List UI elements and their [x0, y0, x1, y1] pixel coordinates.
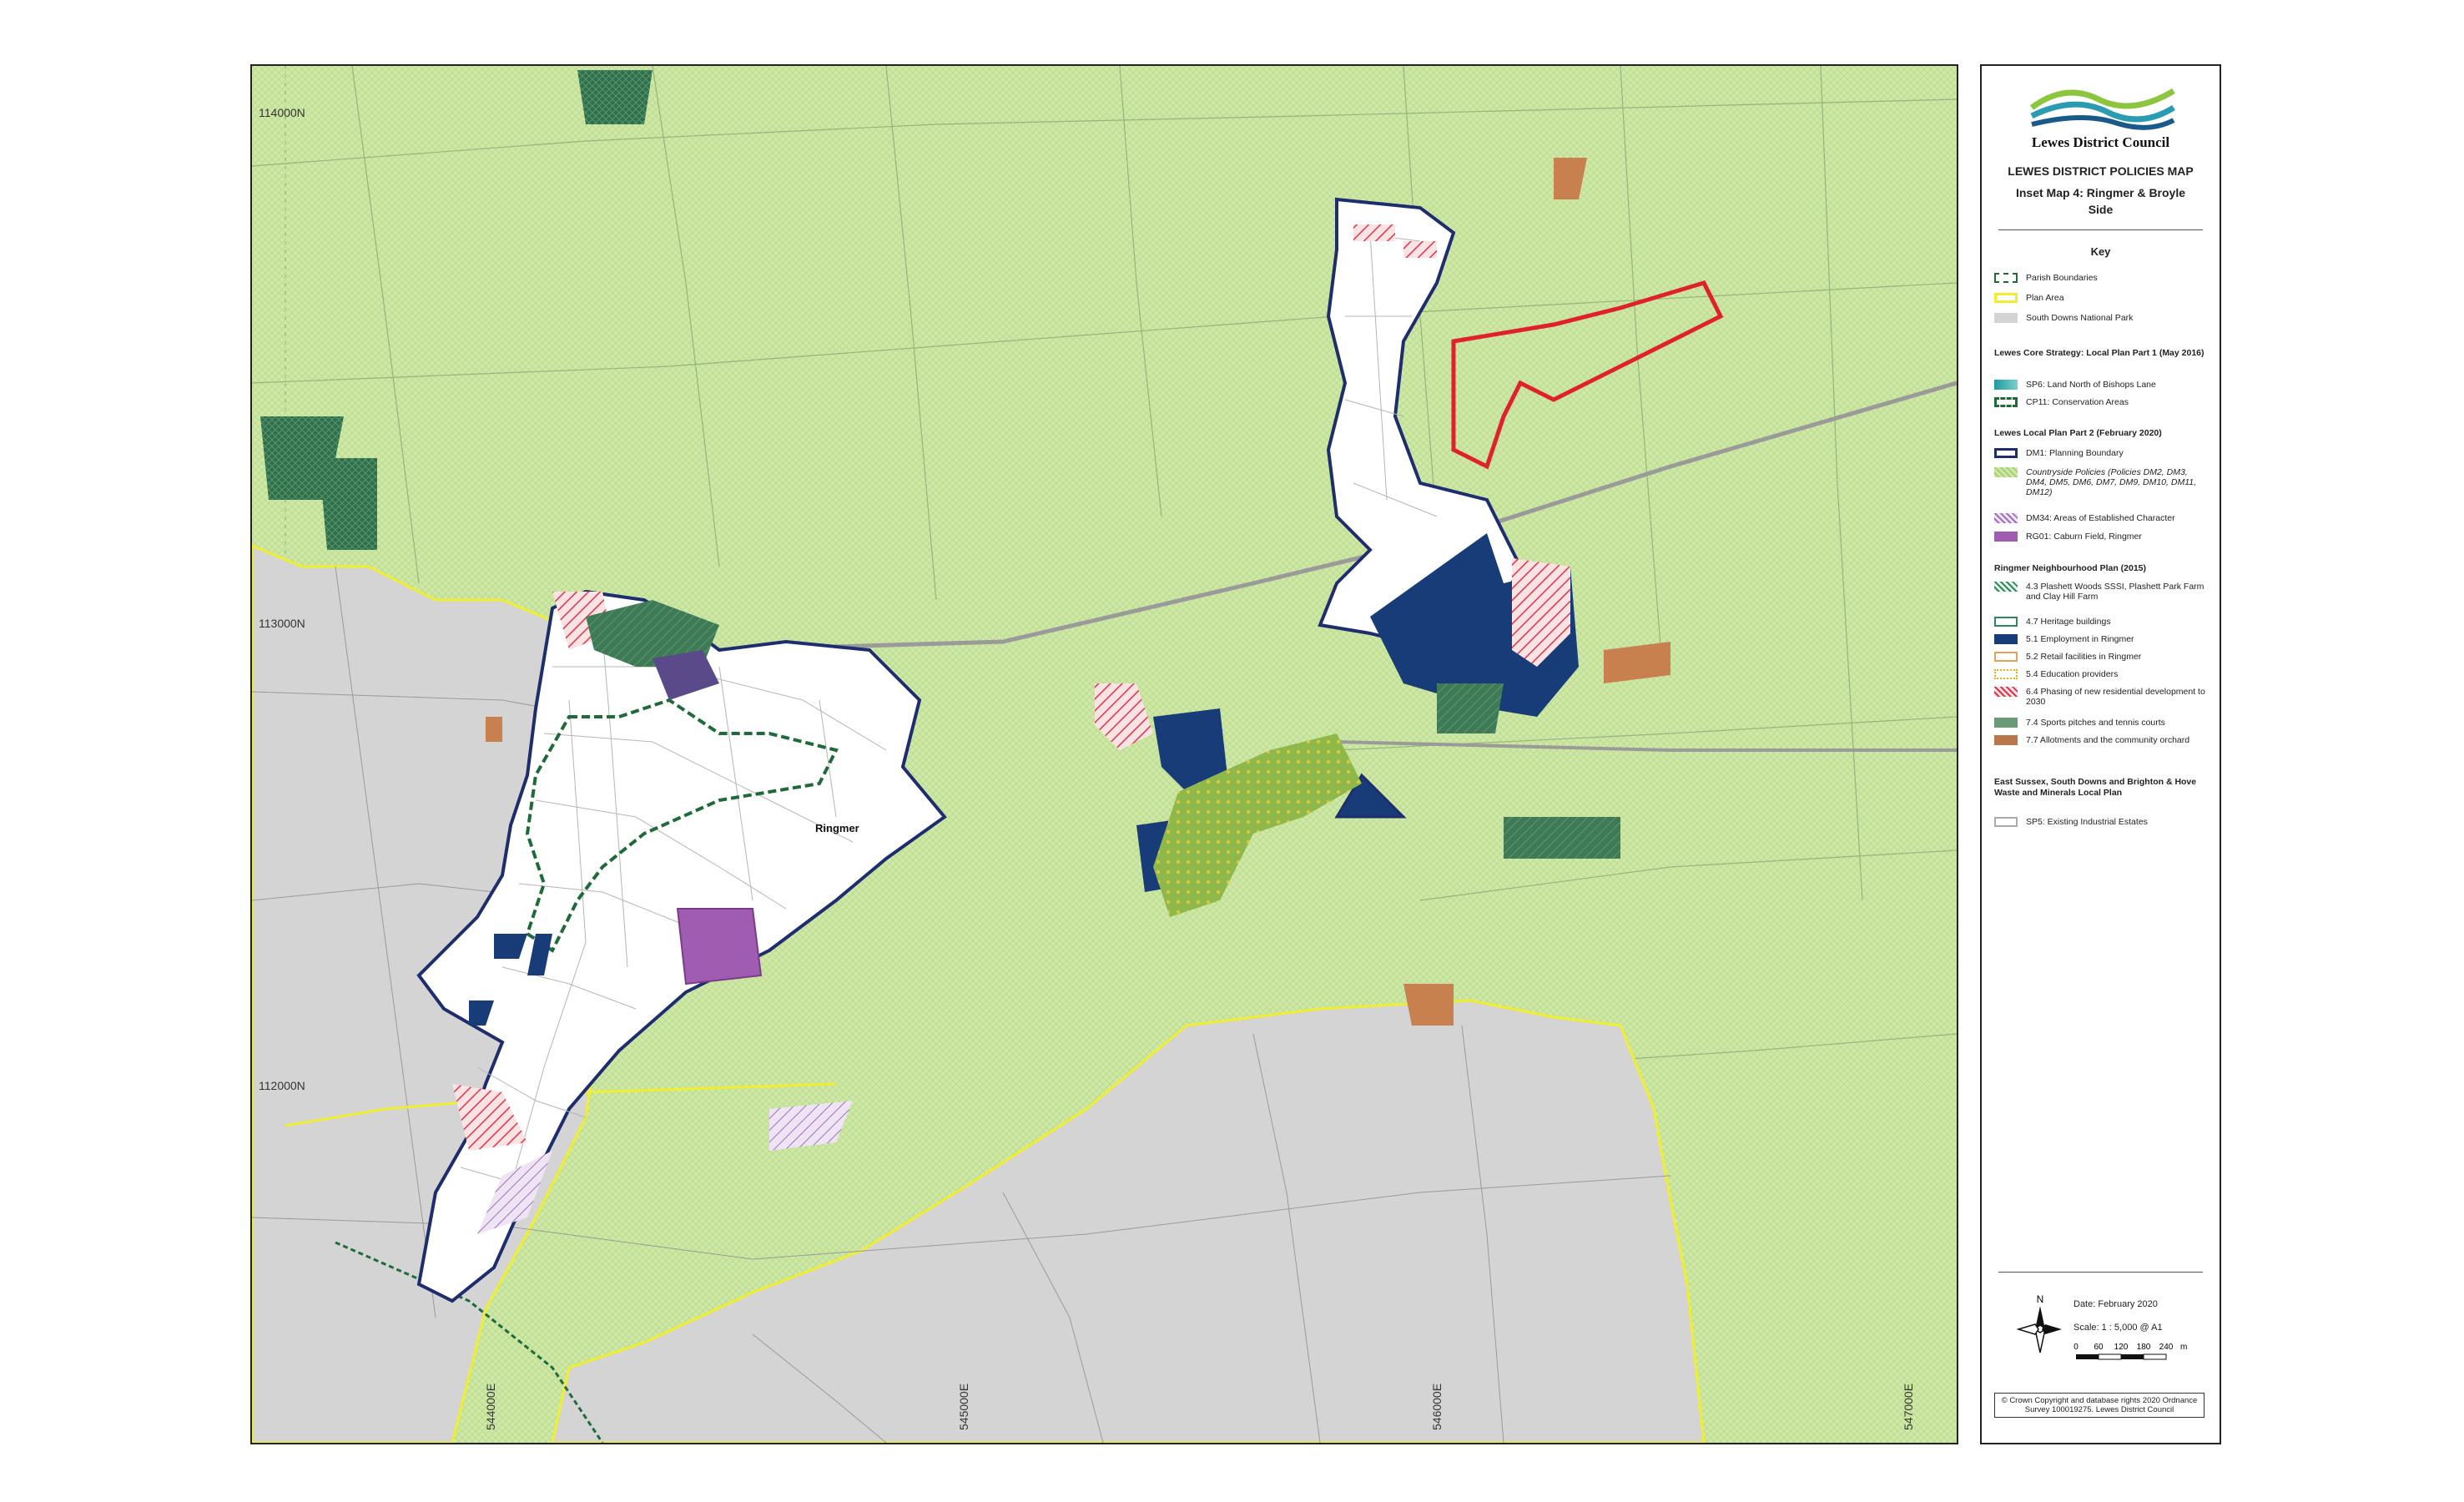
policies-map[interactable]	[252, 66, 1957, 1443]
grid-label-547000e: 547000E	[1902, 1383, 1915, 1430]
allotments-swatch	[1994, 735, 2018, 745]
scalebar-tick-240: 240	[2159, 1343, 2174, 1352]
copyright-notice: © Crown Copyright and database rights 20…	[1994, 1393, 2204, 1418]
footer-divider	[1998, 1272, 2203, 1273]
national-park-swatch	[1994, 313, 2018, 323]
scalebar-tick-60: 60	[2094, 1343, 2104, 1352]
plan-area-swatch	[1994, 293, 2018, 303]
rg01-swatch	[1994, 532, 2018, 542]
allotment-4	[486, 717, 502, 742]
map-date: Date: February 2020	[2073, 1299, 2158, 1309]
north-arrow-label: N	[2037, 1293, 2044, 1305]
sssi-3	[577, 70, 653, 124]
phasing-swatch	[1994, 687, 2018, 697]
scalebar-tick-180: 180	[2137, 1343, 2151, 1352]
place-label-ringmer: Ringmer	[815, 822, 859, 834]
countryside-swatch	[1994, 467, 2018, 477]
sp6-swatch	[1994, 380, 2018, 390]
grid-label-114000n: 114000N	[259, 106, 305, 119]
rg01-caburn-field	[676, 908, 763, 985]
scalebar-unit: m	[2180, 1343, 2187, 1352]
title-divider	[1998, 229, 2203, 230]
dm34-swatch	[1994, 513, 2018, 523]
local-plan-2-title: Lewes Local Plan Part 2 (February 2020)	[1994, 428, 2162, 438]
map-scale: Scale: 1 : 5,000 @ A1	[2073, 1323, 2163, 1333]
phasing-site-6	[1403, 241, 1437, 258]
phasing-site-5	[1353, 224, 1395, 241]
sports-4	[1504, 817, 1620, 859]
grid-label-112000n: 112000N	[259, 1079, 305, 1092]
lewes-district-council-logo-icon	[2029, 88, 2175, 130]
sports-swatch	[1994, 718, 2018, 728]
education-swatch	[1994, 669, 2018, 679]
core-strategy-title: Lewes Core Strategy: Local Plan Part 1 (…	[1994, 348, 2204, 358]
neighbourhood-plan-title: Ringmer Neighbourhood Plan (2015)	[1994, 563, 2147, 573]
waste-minerals-title: East Sussex, South Downs and Brighton & …	[1994, 777, 2197, 798]
scalebar: 0 60 120 180 240 m	[2073, 1343, 2187, 1360]
north-arrow-icon: N	[2016, 1293, 2062, 1353]
employment-swatch	[1994, 634, 2018, 644]
sports-3	[1437, 683, 1504, 733]
sp5-swatch	[1994, 817, 2018, 827]
dm1-swatch	[1994, 448, 2018, 458]
grid-label-544000e: 544000E	[484, 1383, 497, 1430]
inset-title: Inset Map 4: Ringmer & Broyle Side	[2015, 186, 2186, 216]
legend-panel: Lewes District Council LEWES DISTRICT PO…	[1980, 64, 2221, 1444]
scalebar-tick-0: 0	[2073, 1343, 2079, 1352]
sssi-swatch	[1994, 582, 2018, 592]
map-frame[interactable]: 114000N 113000N 112000N 544000E 545000E …	[250, 64, 1958, 1444]
grid-label-545000e: 545000E	[957, 1383, 970, 1430]
grid-label-113000n: 113000N	[259, 617, 305, 630]
cp11-swatch	[1994, 397, 2018, 407]
map-title: LEWES DISTRICT POLICIES MAP	[2008, 164, 2194, 178]
heritage-swatch	[1994, 617, 2018, 627]
council-name: Lewes District Council	[2031, 134, 2170, 150]
sssi-2	[319, 458, 377, 550]
allotment-2	[1403, 984, 1454, 1026]
retail-swatch	[1994, 652, 2018, 662]
scalebar-tick-120: 120	[2114, 1343, 2129, 1352]
parish-boundaries-swatch	[1994, 273, 2018, 283]
key-title: Key	[2090, 245, 2111, 258]
grid-label-546000e: 546000E	[1430, 1383, 1444, 1430]
